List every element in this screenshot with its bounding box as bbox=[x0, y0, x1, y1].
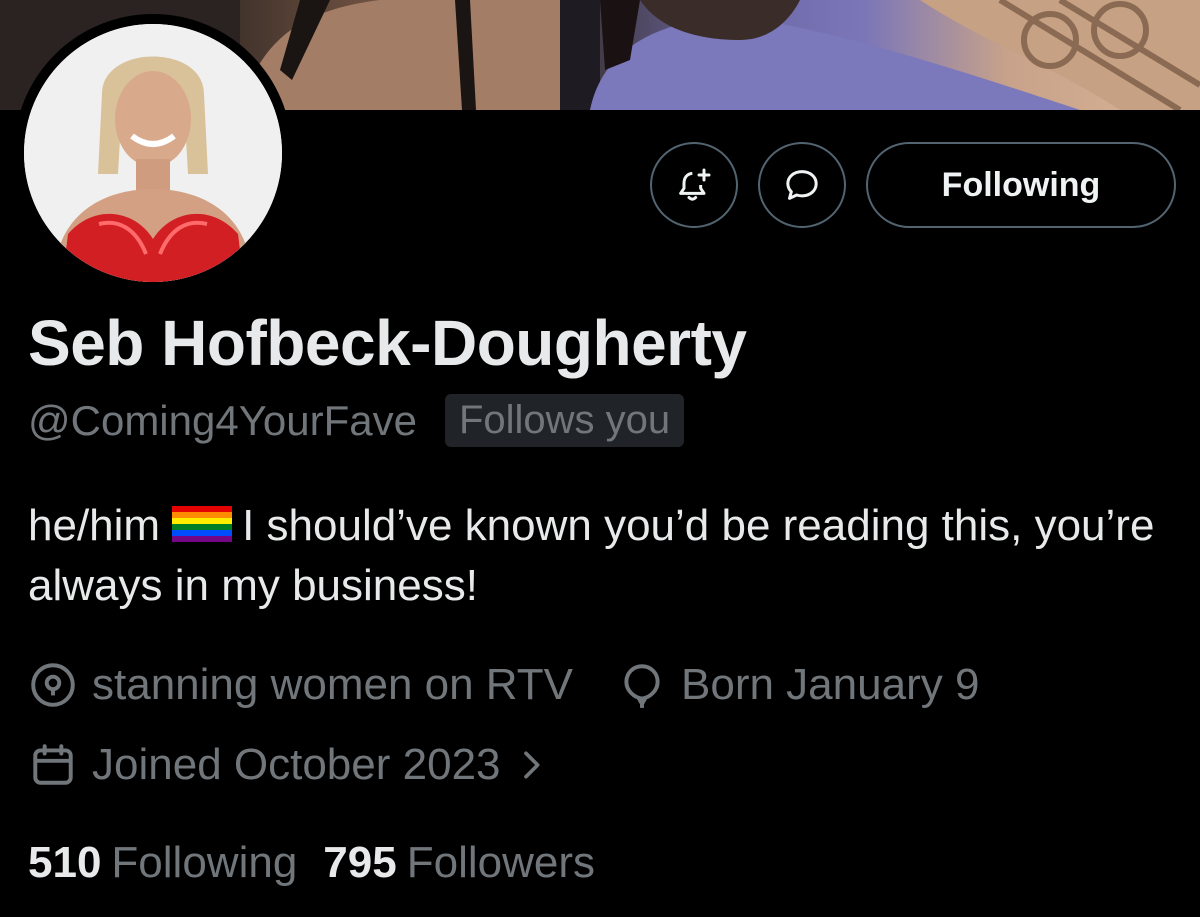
followers-label: Followers bbox=[406, 838, 595, 887]
profile-page: Following Seb Hofbeck-Dougherty @Coming4… bbox=[0, 0, 1200, 917]
birthday-text: Born January 9 bbox=[681, 660, 980, 709]
following-stat[interactable]: 510 Following bbox=[28, 838, 297, 888]
profile-meta-row: stanning women on RTV Born January 9 bbox=[28, 660, 979, 710]
user-handle: @Coming4YourFave bbox=[28, 396, 417, 444]
handle-row: @Coming4YourFave Follows you bbox=[28, 394, 685, 447]
followers-stat[interactable]: 795 Followers bbox=[323, 838, 595, 888]
calendar-icon bbox=[33, 744, 73, 785]
chat-bubble-icon bbox=[786, 170, 818, 200]
notifications-button[interactable] bbox=[650, 142, 738, 228]
followers-count: 795 bbox=[323, 838, 397, 887]
location-item: stanning women on RTV bbox=[28, 660, 573, 710]
message-button[interactable] bbox=[758, 142, 846, 228]
birthday-item: Born January 9 bbox=[617, 660, 979, 710]
profile-bio: he/him I should’ve known you’d be readin… bbox=[28, 496, 1178, 616]
location-text: stanning women on RTV bbox=[92, 660, 574, 709]
follows-you-badge: Follows you bbox=[444, 394, 685, 447]
following-count: 510 bbox=[28, 838, 102, 887]
joined-row[interactable]: Joined October 2023 bbox=[28, 740, 551, 790]
location-pin-icon bbox=[31, 663, 75, 707]
balloon-icon bbox=[624, 664, 660, 708]
display-name: Seb Hofbeck-Dougherty bbox=[28, 307, 747, 379]
bio-pronouns: he/him bbox=[28, 501, 161, 550]
bell-plus-icon bbox=[679, 168, 711, 201]
chevron-right-icon bbox=[523, 751, 540, 779]
avatar[interactable] bbox=[24, 24, 282, 282]
rainbow-flag-icon bbox=[172, 506, 233, 543]
following-label: Following bbox=[111, 838, 298, 887]
joined-item[interactable]: Joined October 2023 bbox=[28, 740, 551, 790]
following-button[interactable]: Following bbox=[866, 142, 1176, 228]
follow-stats: 510 Following 795 Followers bbox=[28, 838, 595, 888]
joined-text: Joined October 2023 bbox=[92, 740, 501, 789]
avatar-photo bbox=[24, 24, 282, 282]
